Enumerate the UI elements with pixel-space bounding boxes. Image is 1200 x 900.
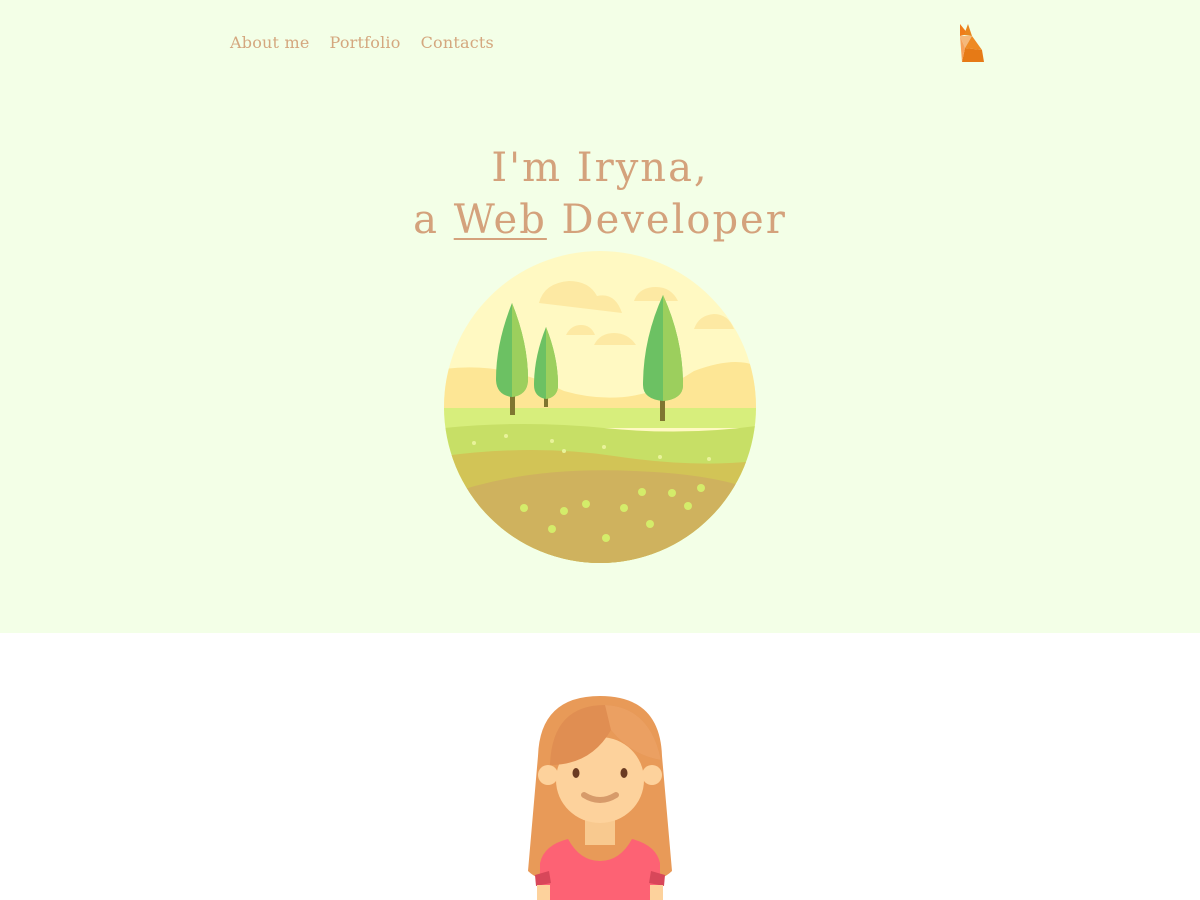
headline-accent-web: Web <box>453 197 547 243</box>
fox-logo-icon[interactable] <box>956 22 986 64</box>
hero-section: About me Portfolio Contacts I'm Iryna, a… <box>0 0 1200 633</box>
main-nav: About me Portfolio Contacts <box>230 33 494 52</box>
hero-headline: I'm Iryna, a Web Developer <box>0 142 1200 246</box>
headline-suffix: Developer <box>546 197 787 243</box>
headline-line-1: I'm Iryna, <box>491 145 709 191</box>
nav-portfolio[interactable]: Portfolio <box>330 33 401 52</box>
about-section <box>0 633 1200 900</box>
landscape-illustration <box>444 251 756 563</box>
nav-about-me[interactable]: About me <box>230 33 310 52</box>
girl-avatar-illustration <box>528 696 672 900</box>
nav-contacts[interactable]: Contacts <box>421 33 494 52</box>
headline-prefix: a <box>413 197 454 243</box>
